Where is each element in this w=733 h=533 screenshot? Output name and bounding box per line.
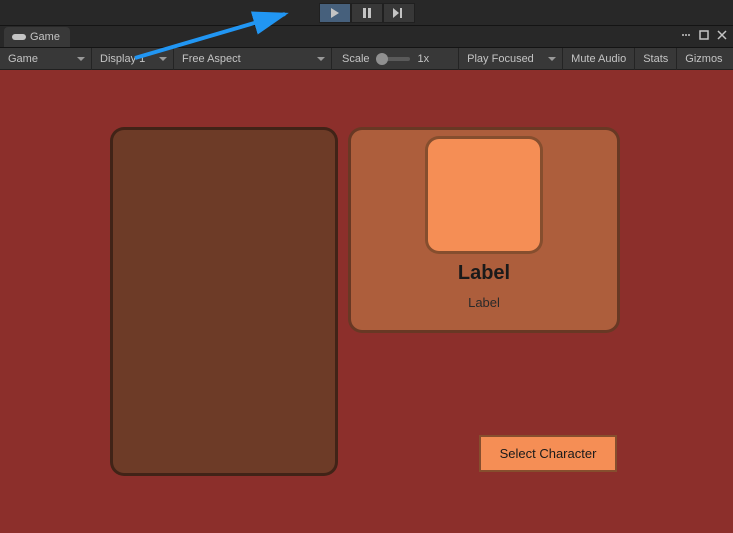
options-menu-icon[interactable] [679,28,693,42]
select-character-button[interactable]: Select Character [479,435,617,472]
game-mode-label: Game [8,53,38,65]
game-view: Label Label Select Character [0,70,733,533]
play-focused-label: Play Focused [467,53,534,65]
chevron-down-icon [77,57,85,61]
display-label: Display 1 [100,53,145,65]
step-icon [393,8,405,18]
stats-toggle[interactable]: Stats [635,48,677,70]
slider-thumb[interactable] [376,53,388,65]
game-toolbar: Game Display 1 Free Aspect Scale 1x Play… [0,48,733,70]
gizmos-toggle[interactable]: Gizmos [677,48,730,70]
toolbar-spacer [435,48,459,70]
pause-button[interactable] [351,3,383,23]
step-button[interactable] [383,3,415,23]
display-dropdown[interactable]: Display 1 [92,48,174,70]
editor-playback-bar [0,0,733,26]
pause-icon [362,8,372,18]
tab-game[interactable]: Game [4,27,70,47]
playback-button-group [319,3,415,23]
tab-bar: Game [0,26,733,48]
aspect-label: Free Aspect [182,53,241,65]
chevron-down-icon [159,57,167,61]
chevron-down-icon [317,57,325,61]
character-portrait [425,136,543,254]
close-icon[interactable] [715,28,729,42]
scale-slider[interactable] [380,57,410,61]
maximize-icon[interactable] [697,28,711,42]
game-mode-dropdown[interactable]: Game [0,48,92,70]
gizmos-label: Gizmos [685,53,722,65]
scale-value: 1x [414,53,436,65]
left-panel [110,127,338,476]
window-controls [679,28,729,42]
select-character-label: Select Character [500,446,597,461]
tab-label: Game [30,31,60,43]
character-card: Label Label [348,127,620,333]
character-name-label: Label [458,262,510,285]
aspect-dropdown[interactable]: Free Aspect [174,48,332,70]
mute-audio-toggle[interactable]: Mute Audio [563,48,635,70]
mute-audio-label: Mute Audio [571,53,626,65]
play-icon [330,8,340,18]
stats-label: Stats [643,53,668,65]
scale-label: Scale [332,53,376,65]
play-button[interactable] [319,3,351,23]
gamepad-icon [12,32,26,42]
character-sub-label: Label [468,295,500,310]
play-focused-dropdown[interactable]: Play Focused [459,48,563,70]
chevron-down-icon [548,57,556,61]
